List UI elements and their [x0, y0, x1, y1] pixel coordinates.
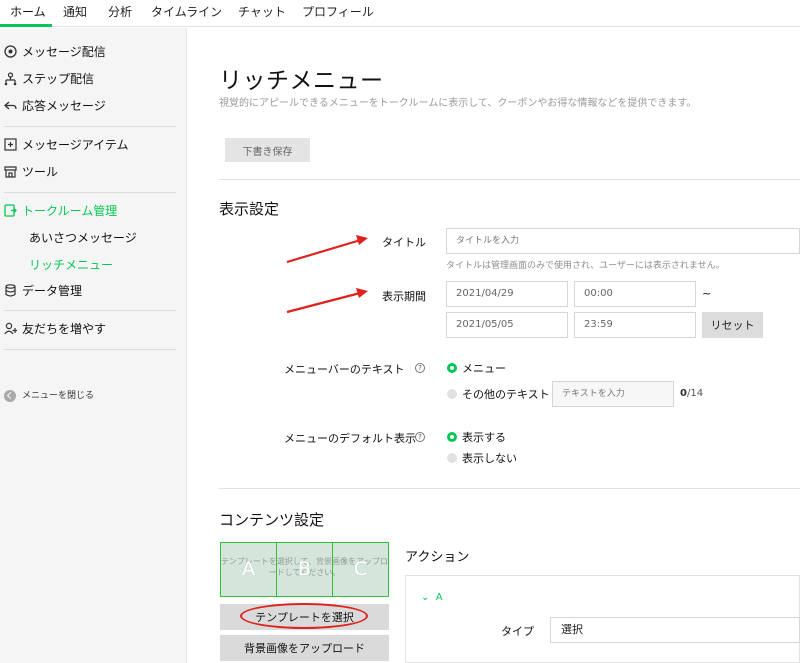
counter-max: /14	[686, 388, 704, 399]
sidebar-item-label: ツール	[22, 165, 59, 179]
template-area-a[interactable]: A	[220, 542, 277, 597]
broadcast-icon	[4, 45, 17, 58]
page-description: 視覚的にアピールできるメニューをトークルームに表示して、クーポンやお得な情報など…	[219, 98, 697, 109]
counter-value: 0	[680, 388, 687, 399]
sidebar-divider	[4, 126, 176, 127]
start-time-input[interactable]: 00:00	[574, 281, 696, 307]
end-date-input[interactable]: 2021/05/05	[446, 312, 568, 338]
tab-timeline[interactable]: タイムライン	[151, 0, 222, 27]
action-a-label: A	[435, 592, 443, 603]
sidebar-item-label: メッセージ配信	[22, 45, 106, 59]
radio-hide[interactable]	[447, 453, 457, 463]
radio-menu-label: メニュー	[462, 362, 506, 375]
add-friend-icon	[4, 322, 17, 335]
title-input[interactable]: タイトルを入力	[446, 228, 800, 254]
area-label: A	[242, 558, 255, 580]
action-title: アクション	[405, 550, 470, 565]
top-navigation: ホーム 通知 分析 タイムライン チャット プロフィール	[0, 0, 800, 27]
active-tab-indicator	[0, 24, 52, 27]
radio-hide-label: 表示しない	[462, 452, 517, 465]
period-separator: ~	[702, 287, 712, 300]
plus-box-icon	[4, 138, 17, 151]
display-settings-title: 表示設定	[219, 200, 280, 218]
help-icon[interactable]: ?	[415, 432, 425, 442]
help-icon[interactable]: ?	[415, 363, 425, 373]
type-label: タイプ	[501, 625, 534, 638]
page-title: リッチメニュー	[219, 68, 384, 94]
sidebar-subitem-rich-menu[interactable]: リッチメニュー	[29, 255, 113, 275]
main-content: リッチメニュー 視覚的にアピールできるメニューをトークルームに表示して、クーポン…	[188, 28, 800, 663]
sidebar-divider	[4, 310, 176, 311]
sidebar-item-label: 応答メッセージ	[22, 99, 106, 113]
title-hint: タイトルは管理画面のみで使用され、ユーザーには表示されません。	[446, 261, 725, 271]
chevron-down-icon: ⌄	[421, 592, 430, 603]
sidebar-item-label: データ管理	[22, 284, 83, 298]
menubar-text-input[interactable]: テキストを入力	[552, 381, 674, 407]
radio-menu[interactable]	[447, 363, 457, 373]
radio-show-label: 表示する	[462, 431, 506, 444]
sidebar-item-label: トークルーム管理	[22, 204, 118, 218]
sidebar: メッセージ配信 ステップ配信 応答メッセージ メッセージアイテム ツール トーク…	[0, 28, 187, 663]
action-a-toggle[interactable]: ⌄ A	[421, 592, 443, 603]
step-icon	[4, 72, 17, 86]
sidebar-divider	[4, 192, 176, 193]
template-area-c[interactable]: C	[332, 542, 389, 597]
template-area-b[interactable]: B	[276, 542, 333, 597]
end-time-input[interactable]: 23:59	[574, 312, 696, 338]
template-preview[interactable]: テンプレートを選択して、背景画像をアップロードしてください。 A B C	[220, 542, 389, 597]
close-menu-label: メニューを閉じる	[22, 391, 95, 401]
talkroom-icon	[4, 204, 17, 217]
type-select[interactable]: 選択	[550, 617, 800, 643]
sidebar-item-label: メッセージアイテム	[22, 138, 129, 152]
start-date-input[interactable]: 2021/04/29	[446, 281, 568, 307]
save-draft-button[interactable]: 下書き保存	[225, 138, 310, 162]
tab-analytics[interactable]: 分析	[108, 0, 132, 27]
period-label: 表示期間	[382, 290, 426, 303]
content-settings-title: コンテンツ設定	[219, 511, 325, 529]
tab-profile[interactable]: プロフィール	[302, 0, 374, 27]
chevron-left-icon	[4, 390, 16, 402]
radio-other-text-label: その他のテキスト	[462, 388, 550, 401]
upload-background-button[interactable]: 背景画像をアップロード	[220, 635, 389, 661]
radio-other-text[interactable]	[447, 389, 457, 399]
section-divider	[219, 179, 800, 180]
reply-icon	[4, 101, 17, 110]
tab-notifications[interactable]: 通知	[63, 0, 87, 27]
area-label: B	[297, 558, 312, 580]
menubar-text-label: メニューバーのテキスト	[284, 363, 405, 376]
default-display-label: メニューのデフォルト表示	[284, 432, 416, 445]
tab-chat[interactable]: チャット	[238, 0, 286, 27]
radio-show[interactable]	[447, 432, 457, 442]
sidebar-item-label: ステップ配信	[22, 72, 95, 86]
reset-button[interactable]: リセット	[702, 312, 763, 338]
store-icon	[4, 166, 17, 178]
sidebar-subitem-greeting[interactable]: あいさつメッセージ	[29, 228, 137, 248]
annotation-ellipse	[240, 603, 368, 629]
character-counter: 0/14	[680, 388, 703, 399]
sidebar-divider	[4, 349, 176, 350]
section-divider	[219, 488, 800, 489]
area-label: C	[353, 558, 368, 580]
tab-home[interactable]: ホーム	[10, 0, 46, 27]
database-icon	[5, 284, 16, 297]
title-label: タイトル	[382, 236, 426, 249]
sidebar-item-label: 友だちを増やす	[22, 322, 107, 336]
